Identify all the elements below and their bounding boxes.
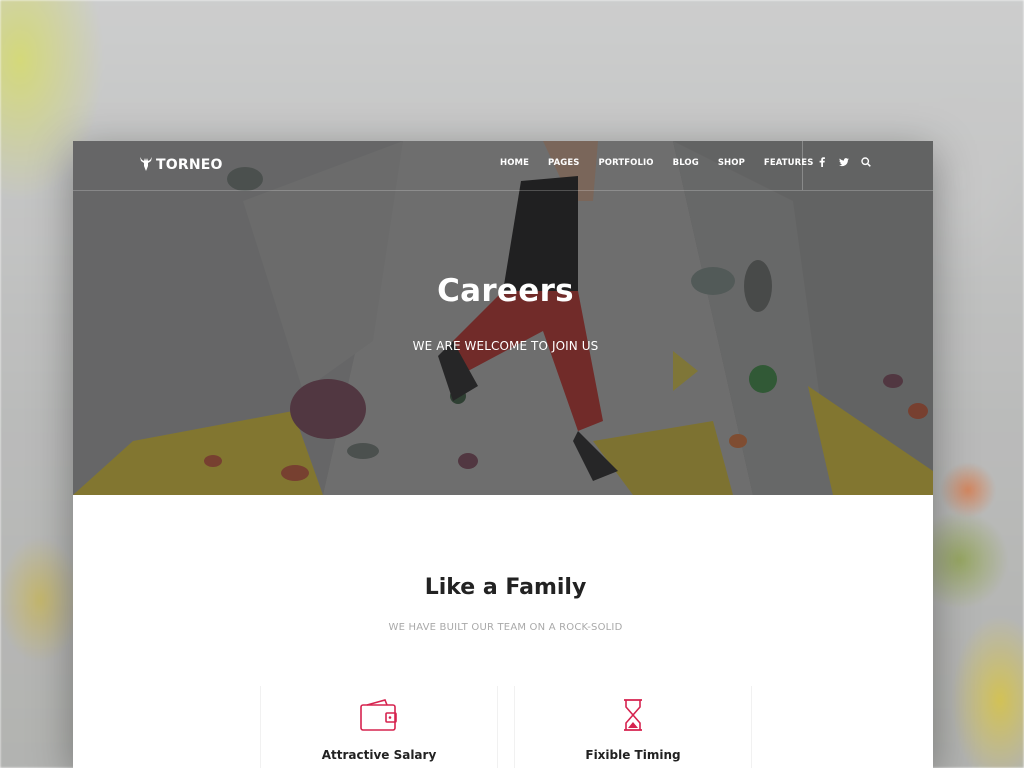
nav-divider xyxy=(802,141,803,190)
feature-label-salary: Attractive Salary xyxy=(321,748,437,762)
menu-item-home[interactable]: HOME xyxy=(500,158,529,168)
twitter-icon[interactable] xyxy=(839,157,849,167)
hourglass-icon xyxy=(613,697,653,733)
feature-card-timing: Fixible Timing xyxy=(514,686,752,768)
website-preview: TORNEO HOME PAGES PORTFOLIO BLOG SHOP FE… xyxy=(73,141,933,768)
section-title: Like a Family xyxy=(424,575,587,600)
feature-card-salary: Attractive Salary xyxy=(260,686,498,768)
social-links xyxy=(817,157,871,167)
hero-section: TORNEO HOME PAGES PORTFOLIO BLOG SHOP FE… xyxy=(73,141,933,495)
hero-title: Careers xyxy=(437,273,574,309)
menu-item-blog[interactable]: BLOG xyxy=(673,158,699,168)
brand-name: TORNEO xyxy=(156,157,223,173)
site-logo[interactable]: TORNEO xyxy=(138,155,223,175)
hero-overlay xyxy=(73,141,933,495)
feature-label-timing: Fixible Timing xyxy=(585,748,681,762)
menu-item-features[interactable]: FEATURES xyxy=(764,158,814,168)
facebook-icon[interactable] xyxy=(817,157,827,167)
menu-item-portfolio[interactable]: PORTFOLIO xyxy=(598,158,653,168)
menu-item-shop[interactable]: SHOP xyxy=(718,158,745,168)
menu-item-pages[interactable]: PAGES xyxy=(548,158,579,168)
deer-antler-icon xyxy=(138,156,154,174)
section-subtitle: WE HAVE BUILT OUR TEAM ON A ROCK-SOLID xyxy=(388,622,623,633)
main-menu: HOME PAGES PORTFOLIO BLOG SHOP FEATURES xyxy=(500,158,813,168)
search-icon[interactable] xyxy=(861,157,871,167)
hero-subtitle: WE ARE WELCOME TO JOIN US xyxy=(412,339,599,353)
wallet-icon xyxy=(359,697,399,733)
top-navigation: TORNEO HOME PAGES PORTFOLIO BLOG SHOP FE… xyxy=(73,141,933,191)
